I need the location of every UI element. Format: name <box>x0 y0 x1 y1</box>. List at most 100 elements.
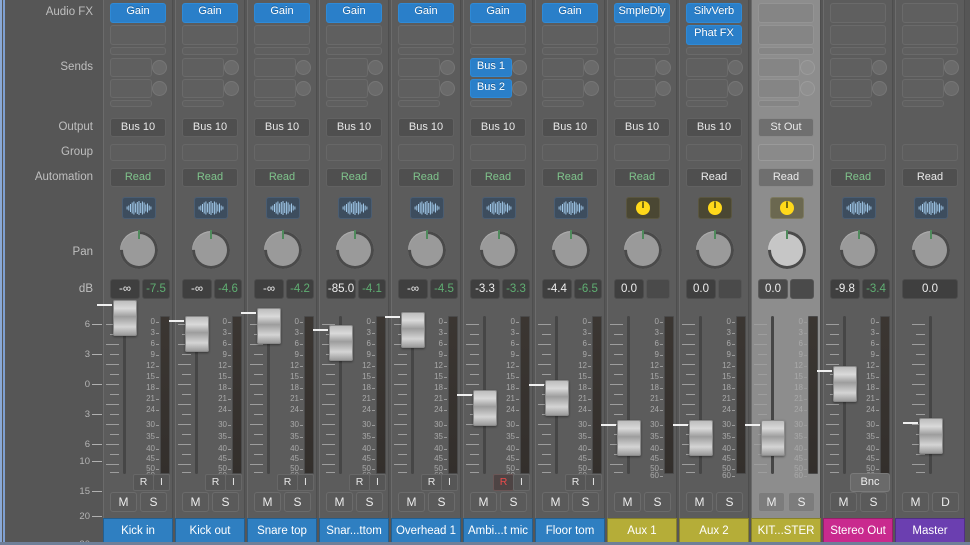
audio-fx-slot-empty-2[interactable] <box>182 25 238 45</box>
send-slot-empty-3[interactable] <box>110 100 152 107</box>
automation-mode-select[interactable]: Read <box>614 168 670 187</box>
output-select[interactable]: Bus 10 <box>470 118 526 137</box>
audio-fx-slot-empty-3[interactable] <box>110 47 166 55</box>
fader-handle[interactable] <box>401 312 425 348</box>
mute-button[interactable]: M <box>110 492 137 512</box>
db-peak-field[interactable]: -7.5 <box>142 279 170 299</box>
record-enable-button[interactable]: R <box>421 474 442 491</box>
audio-fx-slot-empty-2[interactable] <box>254 25 310 45</box>
pan-knob[interactable] <box>400 223 454 277</box>
audio-fx-slot-1[interactable]: Gain <box>182 3 238 23</box>
mute-button[interactable]: M <box>182 492 209 512</box>
audio-fx-slot-empty-2[interactable] <box>830 25 886 45</box>
channel-name-7[interactable]: Floor tom <box>535 518 605 545</box>
channel-strip-7[interactable]: Gain Bus 10 Read -4.4 -6.5 0 3 6 9 12 15 18 21 24 30 35… <box>529 0 605 518</box>
db-value-field[interactable]: -∞ <box>398 279 428 299</box>
send-slot-empty-2[interactable] <box>110 79 152 98</box>
group-select[interactable] <box>542 144 598 161</box>
send-knob-2[interactable] <box>296 81 311 96</box>
audio-fx-slot-empty-3[interactable] <box>902 47 958 55</box>
channel-name-6[interactable]: Ambi...t mic <box>463 518 533 545</box>
solo-button[interactable]: S <box>572 492 599 512</box>
record-enable-button[interactable]: R <box>277 474 298 491</box>
fader-handle[interactable] <box>689 420 713 456</box>
group-select[interactable] <box>614 144 670 161</box>
db-value-field-secondary[interactable] <box>646 279 670 299</box>
pan-knob[interactable] <box>328 223 382 277</box>
audio-fx-slot-empty-3[interactable] <box>398 47 454 55</box>
send-slot-empty-2[interactable] <box>182 79 224 98</box>
fader-handle[interactable] <box>919 418 943 454</box>
channel-strip-2[interactable]: Gain Bus 10 Read -∞ -4.6 0 3 6 9 12 15 18 21 24 30 35 40… <box>169 0 245 518</box>
channel-strip-11[interactable]: Read-9.8-3.403691215182124303540455060Bn… <box>817 0 893 518</box>
db-value-field[interactable]: 0.0 <box>686 279 716 299</box>
send-slot-empty-2[interactable] <box>614 79 656 98</box>
send-slot-empty-1[interactable] <box>326 58 368 77</box>
send-slot-2[interactable]: Bus 2 <box>470 79 512 98</box>
send-knob-1[interactable] <box>440 60 455 75</box>
fader-handle[interactable] <box>185 316 209 352</box>
send-knob-1[interactable] <box>584 60 599 75</box>
mute-button[interactable]: M <box>830 492 857 512</box>
audio-fx-slot-empty-2[interactable] <box>758 25 814 45</box>
volume-fader[interactable] <box>385 312 432 474</box>
send-slot-empty-3[interactable] <box>758 100 800 107</box>
group-select[interactable] <box>326 144 382 161</box>
send-knob-1[interactable] <box>296 60 311 75</box>
solo-button[interactable]: S <box>356 492 383 512</box>
output-select[interactable]: Bus 10 <box>398 118 454 137</box>
send-slot-empty-3[interactable] <box>470 100 512 107</box>
send-slot-empty-3[interactable] <box>902 100 944 107</box>
db-value-field[interactable]: -∞ <box>110 279 140 299</box>
output-select[interactable]: Bus 10 <box>686 118 742 137</box>
record-enable-button[interactable]: R <box>493 474 514 491</box>
send-slot-empty-1[interactable] <box>902 58 944 77</box>
send-slot-empty-3[interactable] <box>542 100 584 107</box>
solo-button[interactable]: S <box>860 492 887 512</box>
channel-strip-4[interactable]: Gain Bus 10 Read -85.0 -4.1 0 3 6 9 12 15 18 21 24 30 3… <box>313 0 389 518</box>
volume-fader[interactable] <box>601 316 648 474</box>
send-slot-empty-2[interactable] <box>758 79 800 98</box>
send-slot-empty-2[interactable] <box>542 79 584 98</box>
automation-mode-select[interactable]: Read <box>686 168 742 187</box>
solo-button[interactable]: S <box>644 492 671 512</box>
send-knob-1[interactable] <box>728 60 743 75</box>
output-select[interactable]: Bus 10 <box>182 118 238 137</box>
fader-handle[interactable] <box>761 420 785 456</box>
group-select[interactable] <box>686 144 742 161</box>
channel-name-10[interactable]: KIT...STER <box>751 518 821 545</box>
audio-fx-slot-empty-1[interactable] <box>830 3 886 23</box>
db-value-field[interactable]: -85.0 <box>326 279 356 299</box>
send-knob-1[interactable] <box>224 60 239 75</box>
volume-fader[interactable] <box>529 316 576 474</box>
pan-knob[interactable] <box>760 223 814 277</box>
channel-strip-10[interactable]: St Out Read 0.0 0 3 6 9 12 15 18 21 24 30 35 40 45 50 60 M… <box>745 0 821 518</box>
mute-button[interactable]: M <box>758 492 785 512</box>
db-value-field[interactable]: 0.0 <box>758 279 788 299</box>
send-slot-empty-1[interactable] <box>758 58 800 77</box>
output-select[interactable]: Bus 10 <box>254 118 310 137</box>
pan-knob[interactable] <box>904 223 958 277</box>
pan-knob[interactable] <box>688 223 742 277</box>
solo-button[interactable]: S <box>716 492 743 512</box>
db-value-field[interactable]: -4.4 <box>542 279 572 299</box>
db-peak-field[interactable]: -6.5 <box>574 279 602 299</box>
audio-fx-slot-1[interactable]: Gain <box>110 3 166 23</box>
pan-knob[interactable] <box>256 223 310 277</box>
volume-fader[interactable] <box>457 316 504 474</box>
channel-strip-9[interactable]: SilvVerb Phat FX Bus 10 Read 0.0 0 3 6 9 12 15 18 21… <box>673 0 749 518</box>
send-slot-empty-1[interactable] <box>686 58 728 77</box>
channel-strip-5[interactable]: Gain Bus 10 Read -∞ -4.5 0 3 6 9 12 15 18 21 24 30 35 40… <box>385 0 461 518</box>
send-slot-empty-1[interactable] <box>830 58 872 77</box>
send-slot-empty-1[interactable] <box>110 58 152 77</box>
send-knob-2[interactable] <box>728 81 743 96</box>
db-value-field-secondary[interactable] <box>718 279 742 299</box>
fader-handle[interactable] <box>545 380 569 416</box>
fader-handle[interactable] <box>617 420 641 456</box>
fader-handle[interactable] <box>473 390 497 426</box>
group-select[interactable] <box>110 144 166 161</box>
send-slot-empty-2[interactable] <box>254 79 296 98</box>
send-slot-empty-3[interactable] <box>254 100 296 107</box>
input-monitor-button[interactable]: I <box>225 474 242 491</box>
input-monitor-button[interactable]: I <box>585 474 602 491</box>
